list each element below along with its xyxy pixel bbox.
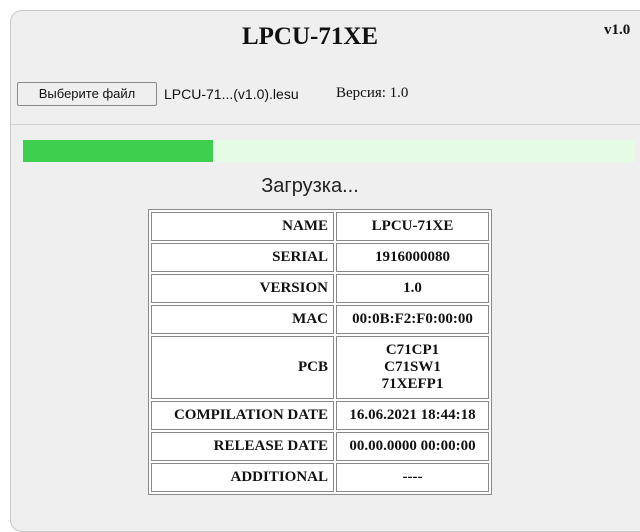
row-label: NAME [151,212,334,241]
upload-progress-fill [23,140,213,162]
table-row: VERSION 1.0 [151,274,489,303]
row-label: PCB [151,336,334,399]
table-row: COMPILATION DATE 16.06.2021 18:44:18 [151,401,489,430]
upload-status: Загрузка... [261,175,359,197]
table-row: PCB C71CP1 C71SW1 71XEFP1 [151,336,489,399]
row-label: SERIAL [151,243,334,272]
row-value: 1916000080 [336,243,489,272]
row-label: VERSION [151,274,334,303]
row-value-line: 71XEFP1 [381,376,444,392]
upload-progress-bar [23,140,635,162]
table-row: MAC 00:0B:F2:F0:00:00 [151,305,489,334]
table-row: SERIAL 1916000080 [151,243,489,272]
row-value: 00:0B:F2:F0:00:00 [336,305,489,334]
row-value: ---- [336,463,489,492]
file-version-label: Версия: 1.0 [336,85,409,101]
device-info-table: NAME LPCU-71XE SERIAL 1916000080 VERSION 1.0 M… [148,209,492,495]
row-value-line: C71CP1 [385,342,440,358]
divider [10,124,640,125]
row-value: 16.06.2021 18:44:18 [336,401,489,430]
row-label: MAC [151,305,334,334]
table-row: ADDITIONAL ---- [151,463,489,492]
page-title: LPCU-71XE [241,23,379,50]
row-value: C71CP1 C71SW1 71XEFP1 [336,336,489,399]
row-label: ADDITIONAL [151,463,334,492]
selected-file-name: LPCU-71...(v1.0).lesu [164,86,299,102]
row-value: 00.00.0000 00:00:00 [336,432,489,461]
table-row: RELEASE DATE 00.00.0000 00:00:00 [151,432,489,461]
row-value: 1.0 [336,274,489,303]
table-row: NAME LPCU-71XE [151,212,489,241]
row-value: LPCU-71XE [336,212,489,241]
row-value-line: C71SW1 [384,359,441,375]
row-label: COMPILATION DATE [151,401,334,430]
choose-file-button[interactable]: Выберите файл [17,82,157,106]
row-label: RELEASE DATE [151,432,334,461]
app-version: v1.0 [604,22,631,38]
